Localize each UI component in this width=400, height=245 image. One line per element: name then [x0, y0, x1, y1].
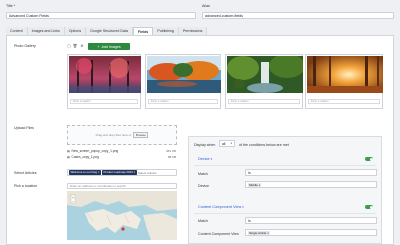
delete-icon[interactable]: 🗑 — [73, 44, 78, 48]
gallery-item[interactable]: Enter a caption — [67, 54, 141, 109]
device-group-label: Device — [198, 157, 210, 161]
gallery-label: Photo Gallery — [14, 44, 36, 48]
file-size: 463 KB — [166, 149, 176, 153]
ccv-field-label: Content Component View — [198, 232, 239, 236]
device-field-select[interactable]: Mobile × — [245, 181, 377, 188]
ccv-match-select[interactable]: Is — [245, 217, 377, 224]
device-group-title[interactable]: Device ▾ — [198, 157, 212, 161]
divider — [194, 213, 376, 214]
articles-label: Select Articles — [14, 171, 37, 175]
tab-google-structured-data[interactable]: Google Structured Data — [86, 27, 133, 35]
alias-label: Alias — [202, 4, 210, 8]
match-all-value: all — [222, 141, 226, 146]
sunset-forest-image — [307, 56, 383, 93]
device-match-select[interactable]: Is — [245, 169, 377, 176]
conditions-panel — [188, 136, 382, 244]
upload-label: Upload Files — [14, 126, 34, 130]
ccv-chip[interactable]: Single Article × — [248, 230, 270, 235]
file-item: ▤ Cases_copy_1.png — [67, 155, 99, 159]
ccv-field-select[interactable]: Single Article × — [245, 229, 377, 236]
caption-input[interactable]: Enter a caption — [70, 99, 138, 104]
tab-permissions[interactable]: Permissions — [178, 27, 208, 35]
autumn-trees-image — [69, 56, 141, 93]
browse-button[interactable]: Browse — [133, 132, 149, 138]
caption-input[interactable]: Enter a caption — [228, 99, 300, 104]
add-images-label: Add Images — [101, 44, 121, 49]
file-item: ▤ New_screen_popup_copy_1.png — [67, 149, 118, 153]
gallery-item[interactable]: Enter a caption — [145, 54, 221, 109]
device-match-label: Match — [198, 172, 208, 176]
title-label: Title * — [6, 4, 16, 8]
divider — [194, 165, 376, 166]
file-icon: ▤ — [67, 155, 71, 159]
title-input[interactable]: Advanced Custom Fields — [6, 12, 196, 19]
file-icon: ▤ — [67, 149, 71, 153]
add-images-button[interactable]: + Add Images — [88, 43, 130, 50]
autumn-lake-image — [147, 56, 221, 93]
file-dropzone[interactable]: Drag and drop files here or Browse — [67, 125, 177, 145]
forest-waterfall-image — [227, 56, 303, 93]
caption-input[interactable]: Enter a caption — [308, 99, 380, 104]
location-label: Pick a location — [14, 184, 38, 188]
chevron-down-icon: ▾ — [210, 157, 213, 161]
plus-icon: + — [97, 44, 100, 49]
svg-text:−: − — [72, 200, 74, 204]
drop-text: Drag and drop files here or — [95, 133, 132, 137]
gallery-item[interactable]: Enter a caption — [305, 54, 383, 109]
gallery-item[interactable]: Enter a caption — [225, 54, 303, 109]
caption-input[interactable]: Enter a caption — [148, 99, 218, 104]
chevron-down-icon: ▾ — [230, 142, 232, 145]
article-chip[interactable]: Product roadmap 2023 × — [101, 170, 137, 175]
tab-options[interactable]: Options — [64, 27, 87, 35]
chevron-down-icon: ▾ — [242, 205, 244, 209]
ccv-group-label: Content Component View — [198, 205, 242, 209]
alias-input[interactable]: advanced-custom-fields — [202, 12, 394, 19]
settings-icon[interactable]: ⚙ — [80, 44, 84, 48]
tab-fields[interactable]: Fields — [132, 27, 154, 35]
tab-content[interactable]: Content — [6, 27, 28, 35]
location-search-input[interactable]: Enter an address or coordinates to searc… — [67, 183, 177, 189]
article-chip[interactable]: Welcome to our blog × — [69, 170, 101, 175]
file-name: Cases_copy_1.png — [71, 155, 99, 159]
conditions-suffix: of the conditions below are met — [239, 143, 289, 147]
file-name: New_screen_popup_copy_1.png — [71, 149, 119, 153]
select-all-icon[interactable]: ▢ — [67, 44, 71, 48]
match-all-select[interactable]: all ▾ — [219, 140, 235, 147]
tab-images-and-links[interactable]: Images and Links — [27, 27, 65, 35]
articles-placeholder: Select articles — [137, 170, 157, 175]
device-chip[interactable]: Mobile × — [248, 182, 262, 187]
articles-select[interactable]: Welcome to our blog × Product roadmap 20… — [67, 169, 177, 176]
file-size: 88 KB — [168, 155, 177, 159]
tab-publishing[interactable]: Publishing — [153, 27, 179, 35]
ccv-group-title[interactable]: Content Component View ▾ — [198, 205, 244, 209]
device-field-label: Device — [198, 184, 209, 188]
location-map[interactable]: + − — [67, 191, 177, 240]
ccv-toggle[interactable] — [365, 205, 373, 209]
ccv-match-label: Match — [198, 219, 208, 223]
device-toggle[interactable] — [365, 157, 373, 161]
display-when-label: Display when — [194, 143, 216, 147]
